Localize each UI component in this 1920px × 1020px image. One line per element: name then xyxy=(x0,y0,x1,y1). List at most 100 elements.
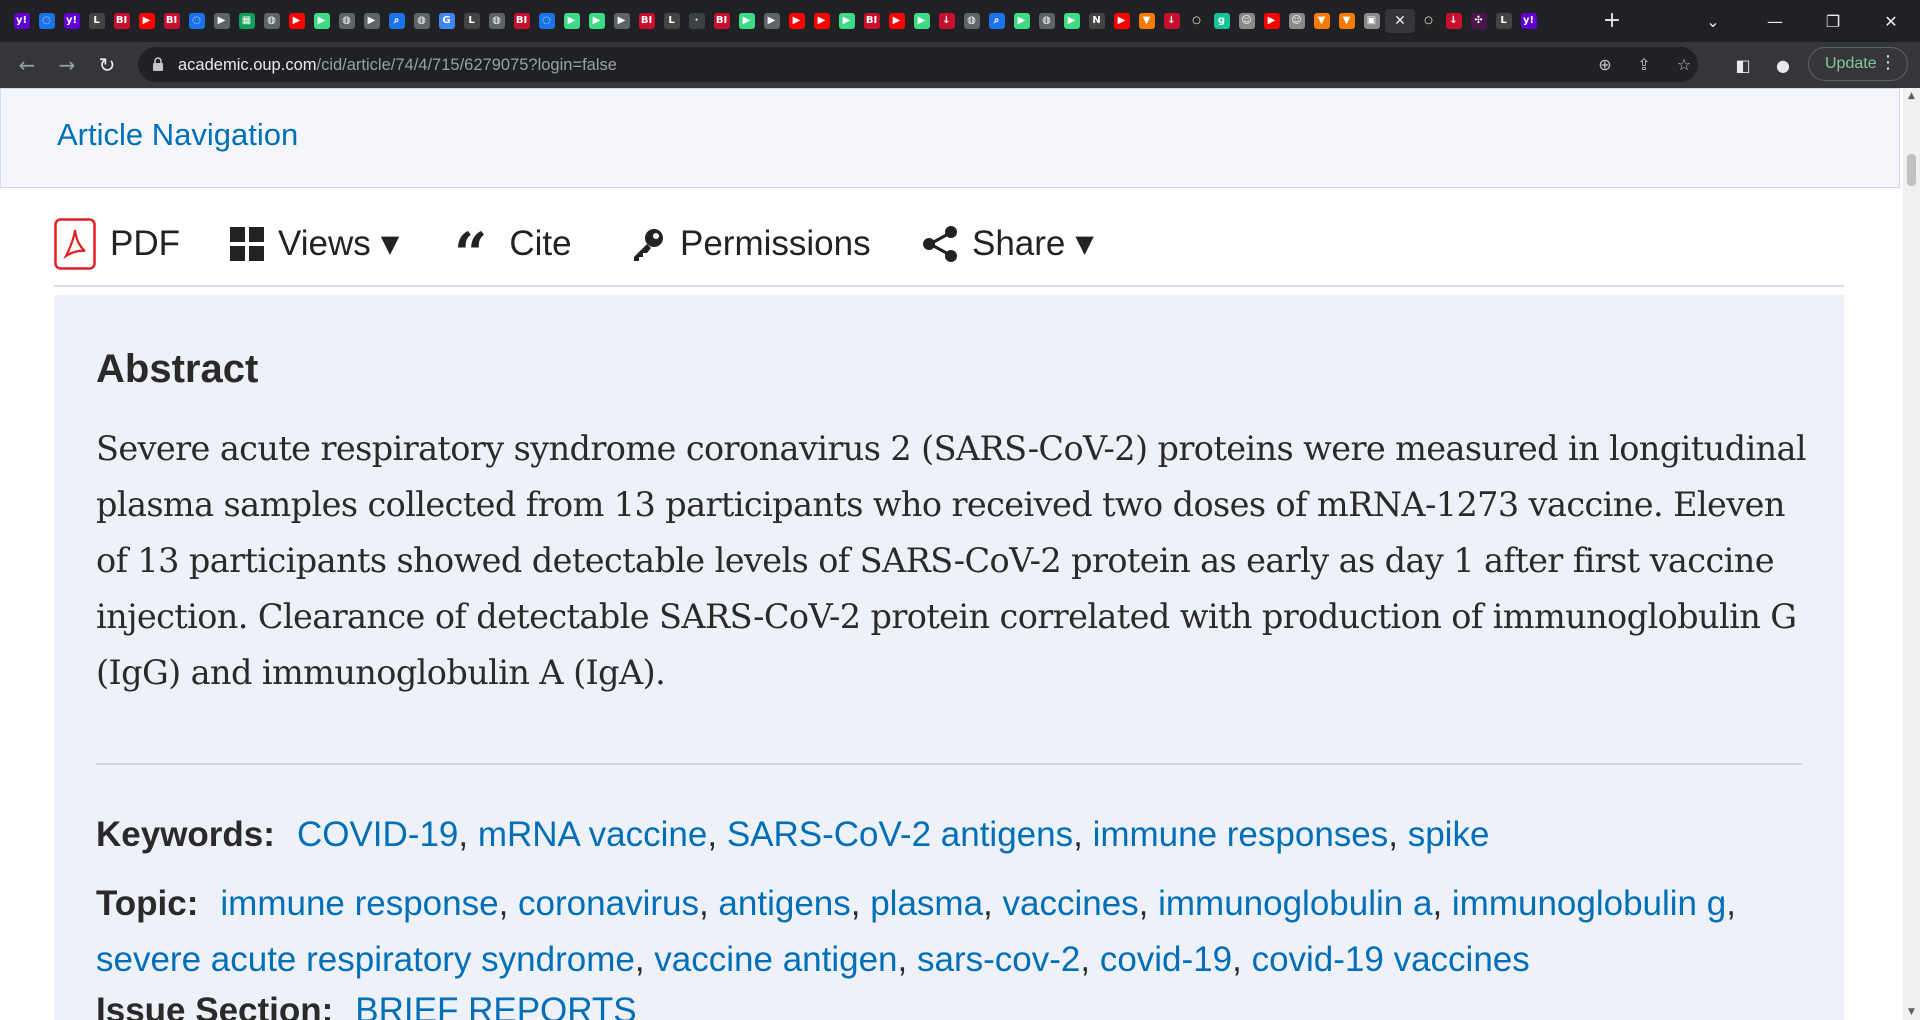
close-icon[interactable]: ✕ xyxy=(1394,13,1406,29)
forward-arrow-icon[interactable]: → xyxy=(52,50,82,80)
tab[interactable]: ▶ xyxy=(1260,9,1283,33)
bookmark-star-icon[interactable]: ☆ xyxy=(1673,53,1695,75)
keyword-link[interactable]: spike xyxy=(1408,815,1490,854)
topic-link[interactable]: covid-19 xyxy=(1100,940,1232,979)
topic-link[interactable]: covid-19 vaccines xyxy=(1252,940,1530,979)
permissions-button[interactable]: Permissions xyxy=(630,203,871,285)
tab[interactable]: ◌ xyxy=(35,9,58,33)
tab[interactable]: ○ xyxy=(1185,9,1208,33)
tab[interactable]: ☺ xyxy=(1235,9,1258,33)
side-panel-icon[interactable]: ◧ xyxy=(1732,54,1754,76)
topic-link[interactable]: plasma xyxy=(870,884,983,923)
address-bar[interactable]: academic.oup.com/cid/article/74/4/715/62… xyxy=(138,47,1698,82)
tab[interactable]: G xyxy=(435,9,458,33)
keyword-link[interactable]: SARS-CoV-2 antigens xyxy=(727,815,1073,854)
tab[interactable]: ☺ xyxy=(1285,9,1308,33)
topic-link[interactable]: vaccines xyxy=(1002,884,1138,923)
pdf-button[interactable]: PDF xyxy=(54,203,180,285)
topic-link[interactable]: sars-cov-2 xyxy=(917,940,1080,979)
tab[interactable]: ▶ xyxy=(560,9,583,33)
update-button[interactable]: Update ⋮ xyxy=(1808,47,1908,81)
tab[interactable]: L xyxy=(660,9,683,33)
url-text[interactable]: academic.oup.com/cid/article/74/4/715/62… xyxy=(178,56,617,75)
tab[interactable]: ▶ xyxy=(310,9,333,33)
tab[interactable]: ✣ xyxy=(1467,9,1490,33)
topic-link[interactable]: immune response xyxy=(220,884,498,923)
tab[interactable]: L xyxy=(85,9,108,33)
page-scrollbar[interactable]: ▲ ▼ xyxy=(1903,88,1920,1020)
tab[interactable]: ◍ xyxy=(960,9,983,33)
tab[interactable]: ⌕ xyxy=(385,9,408,33)
tab[interactable]: y! xyxy=(1517,9,1540,33)
tab[interactable]: ↓ xyxy=(1160,9,1183,33)
window-close-icon[interactable]: ✕ xyxy=(1868,0,1914,42)
tab[interactable]: y! xyxy=(10,9,33,33)
tab[interactable]: ▶ xyxy=(735,9,758,33)
lock-icon[interactable] xyxy=(152,57,164,72)
tab[interactable]: ▶ xyxy=(135,9,158,33)
tab[interactable]: ▶ xyxy=(810,9,833,33)
tab[interactable]: ▶ xyxy=(610,9,633,33)
share-page-icon[interactable]: ⇪ xyxy=(1633,53,1655,75)
article-navigation-label[interactable]: Article Navigation xyxy=(57,117,298,153)
share-dropdown[interactable]: Share ▼ xyxy=(922,203,1094,285)
tab[interactable]: ▦ xyxy=(235,9,258,33)
article-navigation[interactable]: Article Navigation xyxy=(0,88,1900,188)
tab[interactable]: ◍ xyxy=(1035,9,1058,33)
issue-section-link[interactable]: BRIEF REPORTS xyxy=(355,991,636,1020)
scroll-up-icon[interactable]: ▲ xyxy=(1903,88,1920,104)
tab[interactable]: BI xyxy=(160,9,183,33)
tab[interactable]: ▶ xyxy=(585,9,608,33)
tab[interactable]: g xyxy=(1210,9,1233,33)
tab[interactable]: ◍ xyxy=(260,9,283,33)
tab[interactable]: ▶ xyxy=(1060,9,1083,33)
keyword-link[interactable]: COVID-19 xyxy=(297,815,458,854)
tab[interactable]: ▼ xyxy=(1135,9,1158,33)
tab[interactable]: BI xyxy=(510,9,533,33)
tab[interactable]: ▶ xyxy=(360,9,383,33)
tab[interactable]: L xyxy=(1492,9,1515,33)
tab[interactable]: ↓ xyxy=(1442,9,1465,33)
new-tab-button[interactable]: + xyxy=(1600,9,1624,33)
tab[interactable]: ◍ xyxy=(485,9,508,33)
tab[interactable]: ▼ xyxy=(1310,9,1333,33)
tab[interactable]: ◍ xyxy=(335,9,358,33)
minimize-icon[interactable]: — xyxy=(1752,0,1798,42)
tab-search-icon[interactable]: ⌄ xyxy=(1690,0,1736,42)
tab[interactable]: BI xyxy=(860,9,883,33)
tab[interactable]: BI xyxy=(635,9,658,33)
tab[interactable]: y! xyxy=(60,9,83,33)
tab[interactable]: ▶ xyxy=(835,9,858,33)
tab-active[interactable]: ✕ xyxy=(1385,9,1415,33)
zoom-icon[interactable]: ⊕ xyxy=(1594,53,1616,75)
keyword-link[interactable]: mRNA vaccine xyxy=(478,815,708,854)
tab[interactable]: ▶ xyxy=(785,9,808,33)
tab[interactable]: ▶ xyxy=(910,9,933,33)
topic-link[interactable]: immunoglobulin a xyxy=(1158,884,1432,923)
reload-icon[interactable]: ↻ xyxy=(92,50,122,80)
tab[interactable]: ▣ xyxy=(1360,9,1383,33)
scroll-thumb[interactable] xyxy=(1907,154,1916,186)
topic-link[interactable]: antigens xyxy=(718,884,850,923)
tab[interactable]: ○ xyxy=(1417,9,1440,33)
tab[interactable]: ▶ xyxy=(1010,9,1033,33)
tab[interactable]: ▶ xyxy=(885,9,908,33)
more-menu-icon[interactable]: ⋮ xyxy=(1879,52,1897,73)
scroll-down-icon[interactable]: ▼ xyxy=(1903,1004,1920,1020)
tab[interactable]: ▶ xyxy=(1110,9,1133,33)
tab[interactable]: BI xyxy=(110,9,133,33)
back-arrow-icon[interactable]: ← xyxy=(12,50,42,80)
topic-link[interactable]: severe acute respiratory syndrome xyxy=(96,940,635,979)
tab[interactable]: ▶ xyxy=(285,9,308,33)
tab[interactable]: ▶ xyxy=(760,9,783,33)
tab[interactable]: ◌ xyxy=(535,9,558,33)
views-dropdown[interactable]: Views ▼ xyxy=(230,203,399,285)
topic-link[interactable]: vaccine antigen xyxy=(654,940,897,979)
tab[interactable]: ↓ xyxy=(935,9,958,33)
tab[interactable]: ◍ xyxy=(410,9,433,33)
profile-icon[interactable]: ● xyxy=(1772,54,1794,76)
tab[interactable]: ◌ xyxy=(185,9,208,33)
cite-button[interactable]: “ Cite xyxy=(454,203,572,285)
restore-icon[interactable]: ❐ xyxy=(1810,0,1856,42)
keyword-link[interactable]: immune responses xyxy=(1093,815,1389,854)
